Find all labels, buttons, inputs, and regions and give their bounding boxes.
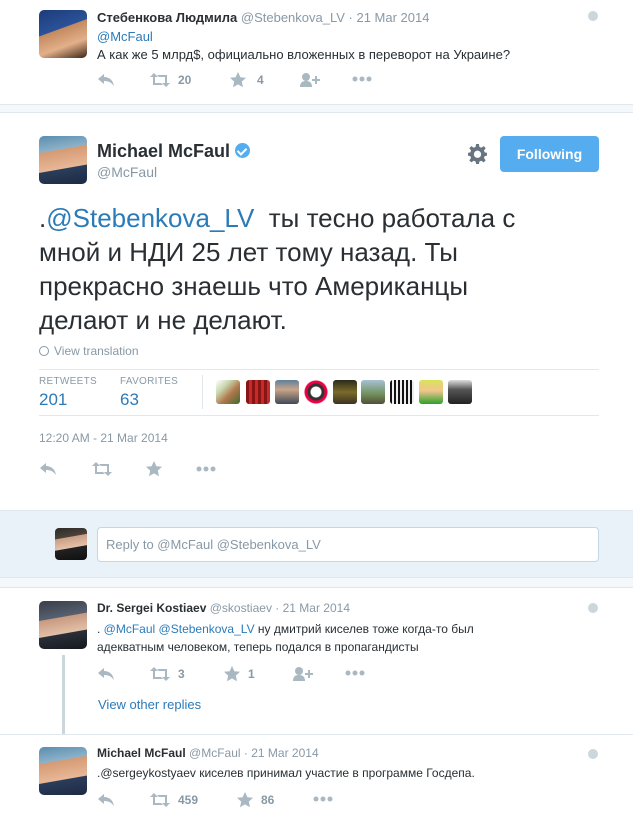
view-translation-link[interactable]: View translation bbox=[39, 344, 139, 358]
retweet-icon[interactable] bbox=[150, 667, 170, 681]
tweet-date[interactable]: · 21 Mar 2014 bbox=[275, 601, 350, 615]
favorite-count: 4 bbox=[257, 73, 264, 87]
view-other-replies-link[interactable]: View other replies bbox=[98, 697, 201, 712]
author-name[interactable]: Стебенкова Людмила bbox=[97, 10, 237, 25]
reply-icon[interactable] bbox=[40, 463, 56, 475]
more-dots-icon[interactable] bbox=[345, 670, 365, 676]
favoriter-avatar[interactable] bbox=[216, 380, 240, 404]
avatar bbox=[55, 528, 87, 560]
stats-vertical-divider bbox=[202, 375, 203, 409]
tweet-date[interactable]: · 21 Mar 2014 bbox=[349, 10, 430, 25]
retweet-count: 20 bbox=[178, 73, 192, 87]
tweet-text: .@sergeykostyaev киселев принимал участи… bbox=[97, 766, 475, 780]
avatar[interactable] bbox=[39, 10, 87, 58]
favoriter-avatar[interactable] bbox=[448, 380, 472, 404]
divider bbox=[0, 104, 633, 113]
retweet-count: 459 bbox=[178, 793, 199, 807]
more-dots-icon[interactable] bbox=[352, 76, 372, 82]
author-handle[interactable]: @McFaul bbox=[189, 746, 241, 760]
favoriter-avatar[interactable] bbox=[333, 380, 357, 404]
retweets-stat[interactable]: RETWEETS 201 bbox=[39, 376, 97, 410]
stats-divider-top bbox=[39, 369, 599, 370]
favorites-stat[interactable]: FAVORITES 63 bbox=[120, 376, 178, 410]
tweet-text: А как же 5 млрд$, официально вложенных в… bbox=[97, 47, 511, 62]
more-dots-icon[interactable] bbox=[196, 466, 216, 472]
divider bbox=[0, 578, 633, 588]
timestamp[interactable]: 12:20 AM - 21 Mar 2014 bbox=[39, 431, 168, 445]
reply-composer-area: Reply to @McFaul @Stebenkova_LV bbox=[0, 510, 633, 578]
author-handle[interactable]: @skostiaev bbox=[210, 601, 272, 615]
retweet-icon[interactable] bbox=[92, 462, 112, 476]
author-handle[interactable]: @Stebenkova_LV bbox=[241, 10, 345, 25]
tweet-stebenkova: Стебенкова Людмила @Stebenkova_LV · 21 M… bbox=[0, 0, 633, 105]
author-name[interactable]: Michael McFaul bbox=[97, 746, 186, 760]
verified-badge-icon bbox=[235, 143, 251, 158]
avatar[interactable] bbox=[39, 747, 87, 795]
tweet-mention[interactable]: @McFaul bbox=[97, 29, 153, 44]
following-button[interactable]: Following bbox=[500, 136, 599, 172]
author-name[interactable]: Dr. Sergei Kostiaev bbox=[97, 601, 206, 615]
favoriter-avatar[interactable] bbox=[361, 380, 385, 404]
favorite-count: 86 bbox=[261, 793, 275, 807]
reply-icon[interactable] bbox=[98, 74, 114, 86]
mention-link[interactable]: @Stebenkova_LV bbox=[159, 622, 255, 636]
gear-icon[interactable] bbox=[468, 144, 488, 164]
favoriter-avatar[interactable] bbox=[275, 380, 299, 404]
favoriter-avatar[interactable] bbox=[390, 380, 414, 404]
more-icon[interactable] bbox=[588, 749, 598, 759]
star-icon[interactable] bbox=[224, 666, 240, 682]
favorite-count: 1 bbox=[248, 667, 255, 681]
tweet-text: . @McFaul @Stebenkova_LV ну дмитрий кисе… bbox=[97, 622, 474, 654]
author-handle[interactable]: @McFaul bbox=[97, 164, 157, 180]
main-tweet: Michael McFaul @McFaul Following .@Stebe… bbox=[0, 113, 633, 510]
avatar[interactable] bbox=[39, 136, 87, 184]
stats-divider-bottom bbox=[39, 415, 599, 416]
tweet-text: .@Stebenkova_LV ты тесно работала с мной… bbox=[39, 203, 516, 335]
following-label: Following bbox=[516, 146, 583, 162]
retweet-icon[interactable] bbox=[150, 73, 170, 87]
mention-link[interactable]: @McFaul bbox=[104, 622, 156, 636]
follow-user-icon[interactable] bbox=[300, 73, 320, 87]
star-icon[interactable] bbox=[146, 461, 162, 477]
author-name[interactable]: Michael McFaul bbox=[97, 141, 230, 161]
reply-placeholder: Reply to @McFaul @Stebenkova_LV bbox=[106, 537, 321, 552]
retweet-icon[interactable] bbox=[150, 793, 170, 807]
favoriter-avatar[interactable] bbox=[246, 380, 270, 404]
favoriter-avatar[interactable] bbox=[304, 380, 328, 404]
more-dots-icon[interactable] bbox=[313, 796, 333, 802]
reply-tweet-mcfaul: Michael McFaul @McFaul · 21 Mar 2014 .@s… bbox=[0, 735, 633, 813]
more-icon[interactable] bbox=[588, 11, 598, 21]
follow-user-icon[interactable] bbox=[293, 667, 313, 681]
mention-link[interactable]: @Stebenkova_LV bbox=[46, 203, 254, 233]
star-icon[interactable] bbox=[237, 792, 253, 808]
reply-input[interactable]: Reply to @McFaul @Stebenkova_LV bbox=[97, 527, 599, 562]
retweet-count: 3 bbox=[178, 667, 185, 681]
reply-tweet-kostiaev: Dr. Sergei Kostiaev @skostiaev · 21 Mar … bbox=[0, 588, 633, 728]
reply-icon[interactable] bbox=[98, 794, 114, 806]
more-icon[interactable] bbox=[588, 603, 598, 613]
favoriter-avatar[interactable] bbox=[419, 380, 443, 404]
star-icon[interactable] bbox=[230, 72, 246, 88]
reply-icon[interactable] bbox=[98, 668, 114, 680]
tweet-date[interactable]: · 21 Mar 2014 bbox=[244, 746, 319, 760]
globe-icon bbox=[39, 346, 49, 356]
avatar[interactable] bbox=[39, 601, 87, 649]
